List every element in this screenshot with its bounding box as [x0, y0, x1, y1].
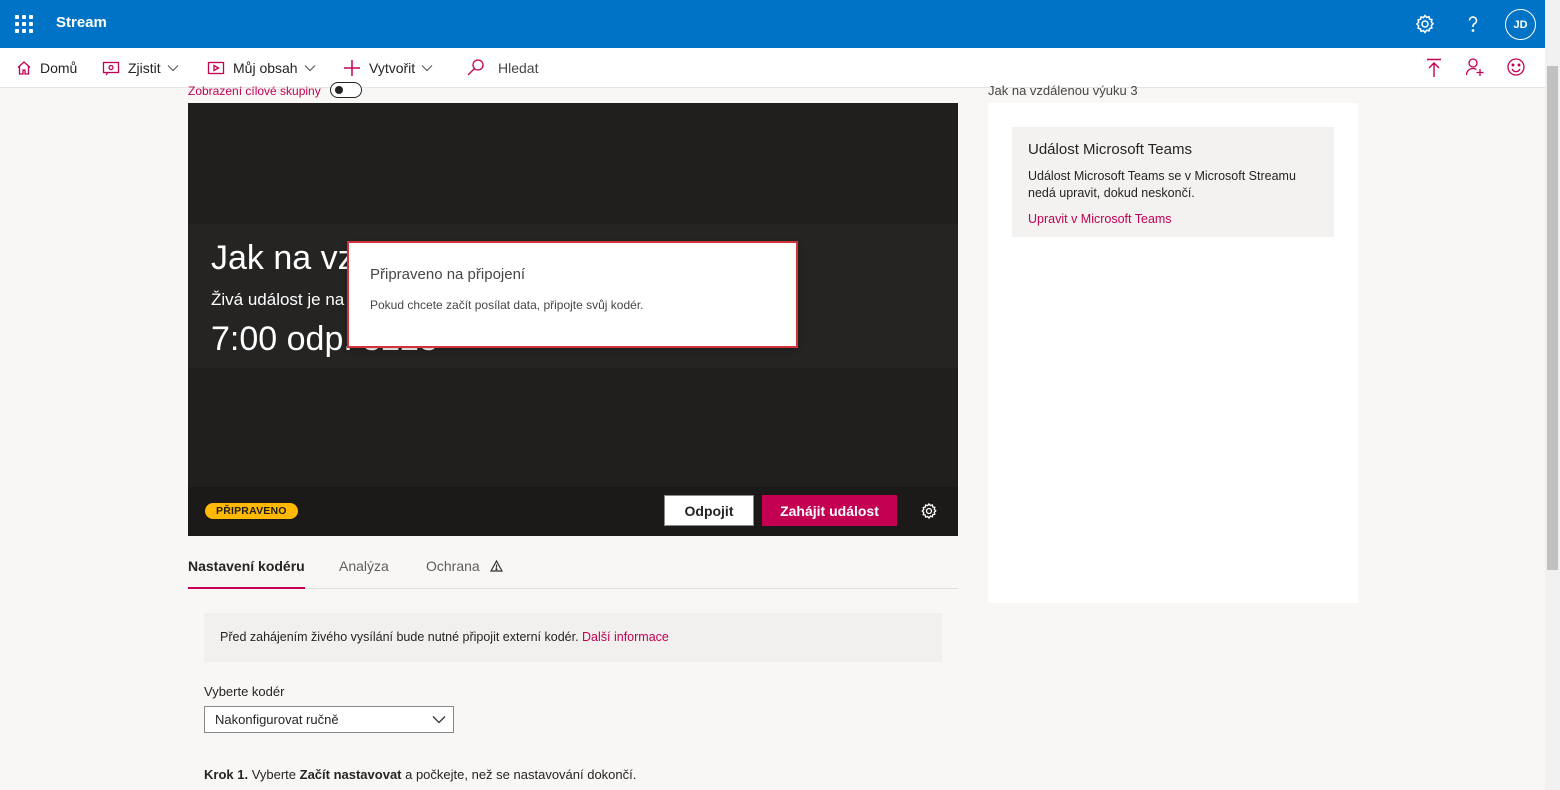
nav-create-label: Vytvořit	[369, 60, 416, 76]
tab-analytics[interactable]: Analýza	[339, 558, 389, 589]
upload-icon[interactable]	[1425, 58, 1443, 78]
teams-card-title: Událost Microsoft Teams	[1028, 141, 1192, 158]
ready-to-connect-dialog: Připraveno na připojení Pokud chcete zač…	[347, 241, 798, 348]
disconnect-button[interactable]: Odpojit	[664, 495, 754, 526]
app-launcher-icon[interactable]	[15, 15, 33, 33]
teams-event-card: Událost Microsoft Teams Událost Microsof…	[1012, 127, 1334, 237]
chevron-down-icon	[167, 65, 179, 72]
nav-search[interactable]: Hledat	[466, 48, 538, 88]
scrollbar-thumb[interactable]	[1547, 66, 1558, 570]
home-icon	[17, 61, 31, 75]
slate-subtitle: Živá událost je na	[211, 290, 345, 309]
nav-my-content-label: Můj obsah	[233, 60, 298, 76]
edit-in-teams-link[interactable]: Upravit v Microsoft Teams	[1028, 212, 1318, 226]
nav-bar: Domů Zjistit Můj obsah Vytvořit Hledat	[0, 48, 1545, 88]
teams-card-text: Událost Microsoft Teams se v Microsoft S…	[1028, 169, 1296, 200]
learn-more-link[interactable]: Další informace	[582, 630, 669, 644]
encoder-info-box: Před zahájením živého vysílání bude nutn…	[204, 613, 942, 662]
nav-home-label: Domů	[40, 60, 78, 76]
chevron-down-icon	[432, 716, 446, 724]
gear-icon[interactable]	[1413, 12, 1437, 36]
plus-icon	[344, 60, 360, 76]
settings-tabs: Nastavení kodéru Analýza Ochrana	[188, 548, 958, 589]
chevron-down-icon	[421, 65, 433, 72]
dialog-title: Připraveno na připojení	[370, 266, 526, 283]
step-1-text: Krok 1. Vyberte Začít nastavovat a počke…	[204, 767, 636, 782]
encoder-select-label: Vyberte kodér	[204, 684, 285, 699]
event-side-panel: Událost Microsoft Teams Událost Microsof…	[988, 103, 1358, 603]
discover-icon	[102, 61, 120, 76]
avatar[interactable]: JD	[1505, 9, 1536, 40]
start-event-button[interactable]: Zahájit událost	[762, 495, 897, 526]
tab-label: Nastavení kodéru	[188, 558, 305, 574]
chevron-down-icon	[304, 65, 316, 72]
audience-view-label: Zobrazení cílové skupiny	[188, 84, 321, 98]
tab-label: Ochrana	[426, 558, 480, 574]
nav-search-label: Hledat	[498, 60, 539, 76]
encoder-info-text: Před zahájením živého vysílání bude nutn…	[220, 630, 579, 644]
nav-discover[interactable]: Zjistit	[102, 48, 179, 88]
slate-title: Jak na vz	[211, 239, 355, 277]
gear-icon[interactable]	[919, 501, 939, 521]
feedback-smiley-icon[interactable]	[1506, 57, 1526, 77]
tab-encoder-settings[interactable]: Nastavení kodéru	[188, 558, 305, 589]
search-icon	[467, 59, 484, 76]
event-title: Jak na vzdálenou výuku 3	[988, 83, 1138, 98]
invite-user-icon[interactable]	[1465, 57, 1485, 77]
nav-discover-label: Zjistit	[128, 60, 161, 76]
step-text: Vyberte	[248, 767, 300, 782]
dialog-text: Pokud chcete začít posílat data, připojt…	[370, 298, 644, 312]
nav-my-content[interactable]: Můj obsah	[207, 48, 316, 88]
warning-icon	[489, 560, 503, 572]
audience-view-toggle[interactable]	[330, 82, 362, 98]
step-text-end: a počkejte, než se nastavování dokončí.	[401, 767, 637, 782]
status-badge: PŘIPRAVENO	[205, 503, 298, 519]
player-control-bar: PŘIPRAVENO Odpojit Zahájit událost	[188, 487, 958, 536]
nav-home[interactable]: Domů	[16, 48, 77, 88]
tab-protection[interactable]: Ochrana	[426, 558, 503, 589]
video-icon	[207, 61, 225, 75]
encoder-select[interactable]: Nakonfigurovat ručně	[204, 706, 454, 733]
app-title[interactable]: Stream	[56, 14, 107, 31]
top-bar: Stream JD	[0, 0, 1545, 48]
tab-label: Analýza	[339, 558, 389, 574]
help-icon[interactable]	[1461, 12, 1485, 36]
page-scrollbar[interactable]	[1545, 0, 1560, 790]
encoder-select-value: Nakonfigurovat ručně	[215, 712, 339, 727]
step-prefix: Krok 1.	[204, 767, 249, 782]
step-bold: Začít nastavovat	[299, 767, 402, 782]
